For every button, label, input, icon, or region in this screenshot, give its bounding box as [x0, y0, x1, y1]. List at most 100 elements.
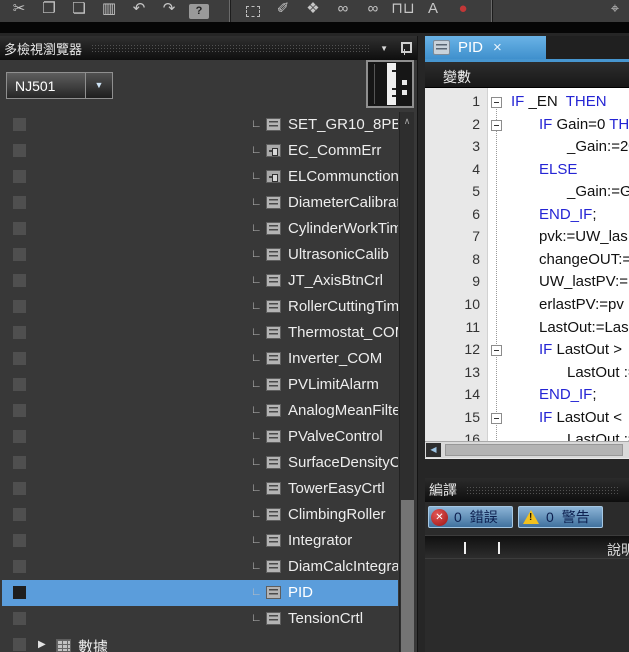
tree-item-analogmeanfilter[interactable]: ∟AnalogMeanFilter [2, 398, 398, 424]
text-tool-icon[interactable]: A [418, 0, 448, 20]
tree-item-diametercalibration[interactable]: ∟DiameterCalibration [2, 190, 398, 216]
scrollbar-thumb[interactable] [401, 500, 414, 652]
st-code-editor[interactable]: 1IF _EN THEN2IF Gain=0 THEN3_Gain:=204EL… [425, 88, 629, 441]
st-program-icon [266, 222, 281, 235]
tree-item-inverter-com[interactable]: ∟Inverter_COM [2, 346, 398, 372]
tree-item--[interactable]: ▶數據 [2, 632, 398, 652]
tree-item-pid[interactable]: ∟PID [2, 580, 398, 606]
code-line[interactable]: ELSE [511, 161, 577, 178]
tree-item-elcommunction[interactable]: ∟ELCommunction [2, 164, 398, 190]
tree-item-climbingroller[interactable]: ∟ClimbingRoller [2, 502, 398, 528]
tree-item-ultrasoniccalib[interactable]: ∟UltrasonicCalib [2, 242, 398, 268]
copy-icon[interactable]: ❐ [34, 0, 64, 20]
controller-selector[interactable]: NJ501 ▼ [6, 72, 113, 99]
toolbar-tools-group: ✐❖∞∞⊓⊔A● [238, 0, 478, 22]
code-line[interactable]: IF LastOut < [511, 409, 622, 426]
row-marker [13, 326, 26, 339]
code-line[interactable]: pvk:=UW_las [511, 228, 628, 245]
build-panel-header: 編譯 [425, 478, 629, 502]
code-line[interactable]: _Gain:=Ga [511, 183, 629, 200]
tree-connector: ∟ [251, 404, 262, 416]
tree-item-label: Inverter_COM [288, 350, 382, 367]
scroll-left-icon[interactable]: ◀ [426, 443, 441, 457]
keyword-token: THEN [609, 116, 629, 133]
tree-item-surfacedensitycom[interactable]: ∟SurfaceDensityCom [2, 450, 398, 476]
undo-icon[interactable]: ↶ [124, 0, 154, 20]
close-icon[interactable]: × [493, 39, 502, 56]
code-line[interactable]: END_IF; [511, 206, 597, 223]
delete-icon[interactable]: ▥ [94, 0, 124, 20]
row-marker [13, 456, 26, 469]
code-line[interactable]: IF LastOut > [511, 341, 622, 358]
tree-item-label: TensionCrtl [288, 610, 363, 627]
tree-scrollbar[interactable]: ∧ [399, 112, 414, 652]
toolbar-separator [229, 0, 230, 22]
line-number: 4 [425, 161, 480, 177]
package-icon[interactable]: ❖ [298, 0, 328, 20]
tree-item-pvlimitalarm[interactable]: ∟PVLimitAlarm [2, 372, 398, 398]
code-line[interactable]: IF Gain=0 THEN [511, 116, 629, 133]
pulse-trace-icon[interactable]: ⊓⊔ [388, 0, 418, 20]
tree-item-integrator[interactable]: ∟Integrator [2, 528, 398, 554]
fold-collapse-icon[interactable] [491, 413, 502, 424]
watch-window-2-icon[interactable]: ∞ [358, 0, 388, 20]
redo-icon[interactable]: ↷ [154, 0, 184, 20]
toolbar-separator [491, 0, 492, 22]
code-line[interactable]: END_IF; [511, 386, 597, 403]
cut-icon[interactable]: ✂ [4, 0, 34, 20]
tree-item-ec-commerr[interactable]: ∟EC_CommErr [2, 138, 398, 164]
tree-item-tensioncrtl[interactable]: ∟TensionCrtl [2, 606, 398, 632]
code-line[interactable]: LastOut := [511, 431, 629, 441]
code-token: ; [592, 206, 596, 223]
chevron-down-icon[interactable]: ▼ [85, 73, 112, 98]
expand-arrow-icon[interactable]: ▶ [38, 639, 46, 650]
tree-item-diamcalcintegral[interactable]: ∟DiamCalcIntegral [2, 554, 398, 580]
toolbar-edit-group: ✂❐❏▥↶↷? [4, 0, 214, 22]
tree-item-cylinderworktime[interactable]: ∟CylinderWorkTime [2, 216, 398, 242]
code-token: erlastPV:=pv [539, 296, 624, 313]
code-line[interactable]: _Gain:=20 [511, 138, 629, 155]
search-pointer-icon[interactable]: ⌖ [600, 0, 629, 20]
warnings-badge[interactable]: 0 警告 [518, 506, 603, 528]
code-line[interactable]: LastOut:=Las [511, 319, 629, 336]
paste-icon[interactable]: ❏ [64, 0, 94, 20]
select-rectangle-icon[interactable] [246, 6, 260, 17]
scrollbar-thumb[interactable] [445, 444, 623, 456]
help-icon[interactable]: ? [189, 4, 209, 19]
variables-section-header[interactable]: 變數 [425, 62, 629, 88]
edit-tool-icon[interactable]: ✐ [268, 0, 298, 20]
watch-window-icon[interactable]: ∞ [328, 0, 358, 20]
fold-collapse-icon[interactable] [491, 120, 502, 131]
tree-item-rollercuttingtime[interactable]: ∟RollerCuttingTime [2, 294, 398, 320]
line-number: 9 [425, 273, 480, 289]
tree-item-set-gr10-8pbe-comod[interactable]: ∟SET_GR10_8PBE_Comod [2, 112, 398, 138]
row-marker [13, 482, 26, 495]
tree-item-towereasycrtl[interactable]: ∟TowerEasyCrtl [2, 476, 398, 502]
horizontal-scrollbar[interactable]: ◀ [425, 441, 629, 459]
tree-item-thermostat-com[interactable]: ∟Thermostat_COM [2, 320, 398, 346]
st-program-icon [266, 560, 281, 573]
tree-item-jt-axisbtncrl[interactable]: ∟JT_AxisBtnCrl [2, 268, 398, 294]
tree-connector: ∟ [251, 170, 262, 182]
st-program-icon [266, 378, 281, 391]
errors-badge[interactable]: ✕ 0 錯誤 [428, 506, 513, 528]
line-number: 5 [425, 183, 480, 199]
tree-connector: ∟ [251, 586, 262, 598]
line-number: 3 [425, 138, 480, 154]
code-token: LastOut > [557, 341, 622, 358]
code-line[interactable]: changeOUT:= [511, 251, 629, 268]
code-token: _Gain:=20 [567, 138, 629, 155]
panel-menu-caret-icon[interactable]: ▼ [380, 44, 388, 53]
tab-pid[interactable]: PID × [425, 36, 546, 59]
code-line[interactable]: IF _EN THEN [511, 93, 607, 110]
scroll-up-icon[interactable]: ∧ [400, 112, 414, 130]
fold-collapse-icon[interactable] [491, 345, 502, 356]
code-line[interactable]: UW_lastPV:= [511, 273, 628, 290]
fold-collapse-icon[interactable] [491, 97, 502, 108]
stop-icon[interactable]: ● [448, 0, 478, 20]
code-line[interactable]: erlastPV:=pv [511, 296, 624, 313]
code-line[interactable]: LastOut := [511, 364, 629, 381]
pin-icon[interactable] [400, 42, 409, 55]
st-program-icon [266, 612, 281, 625]
tree-item-pvalvecontrol[interactable]: ∟PValveControl [2, 424, 398, 450]
